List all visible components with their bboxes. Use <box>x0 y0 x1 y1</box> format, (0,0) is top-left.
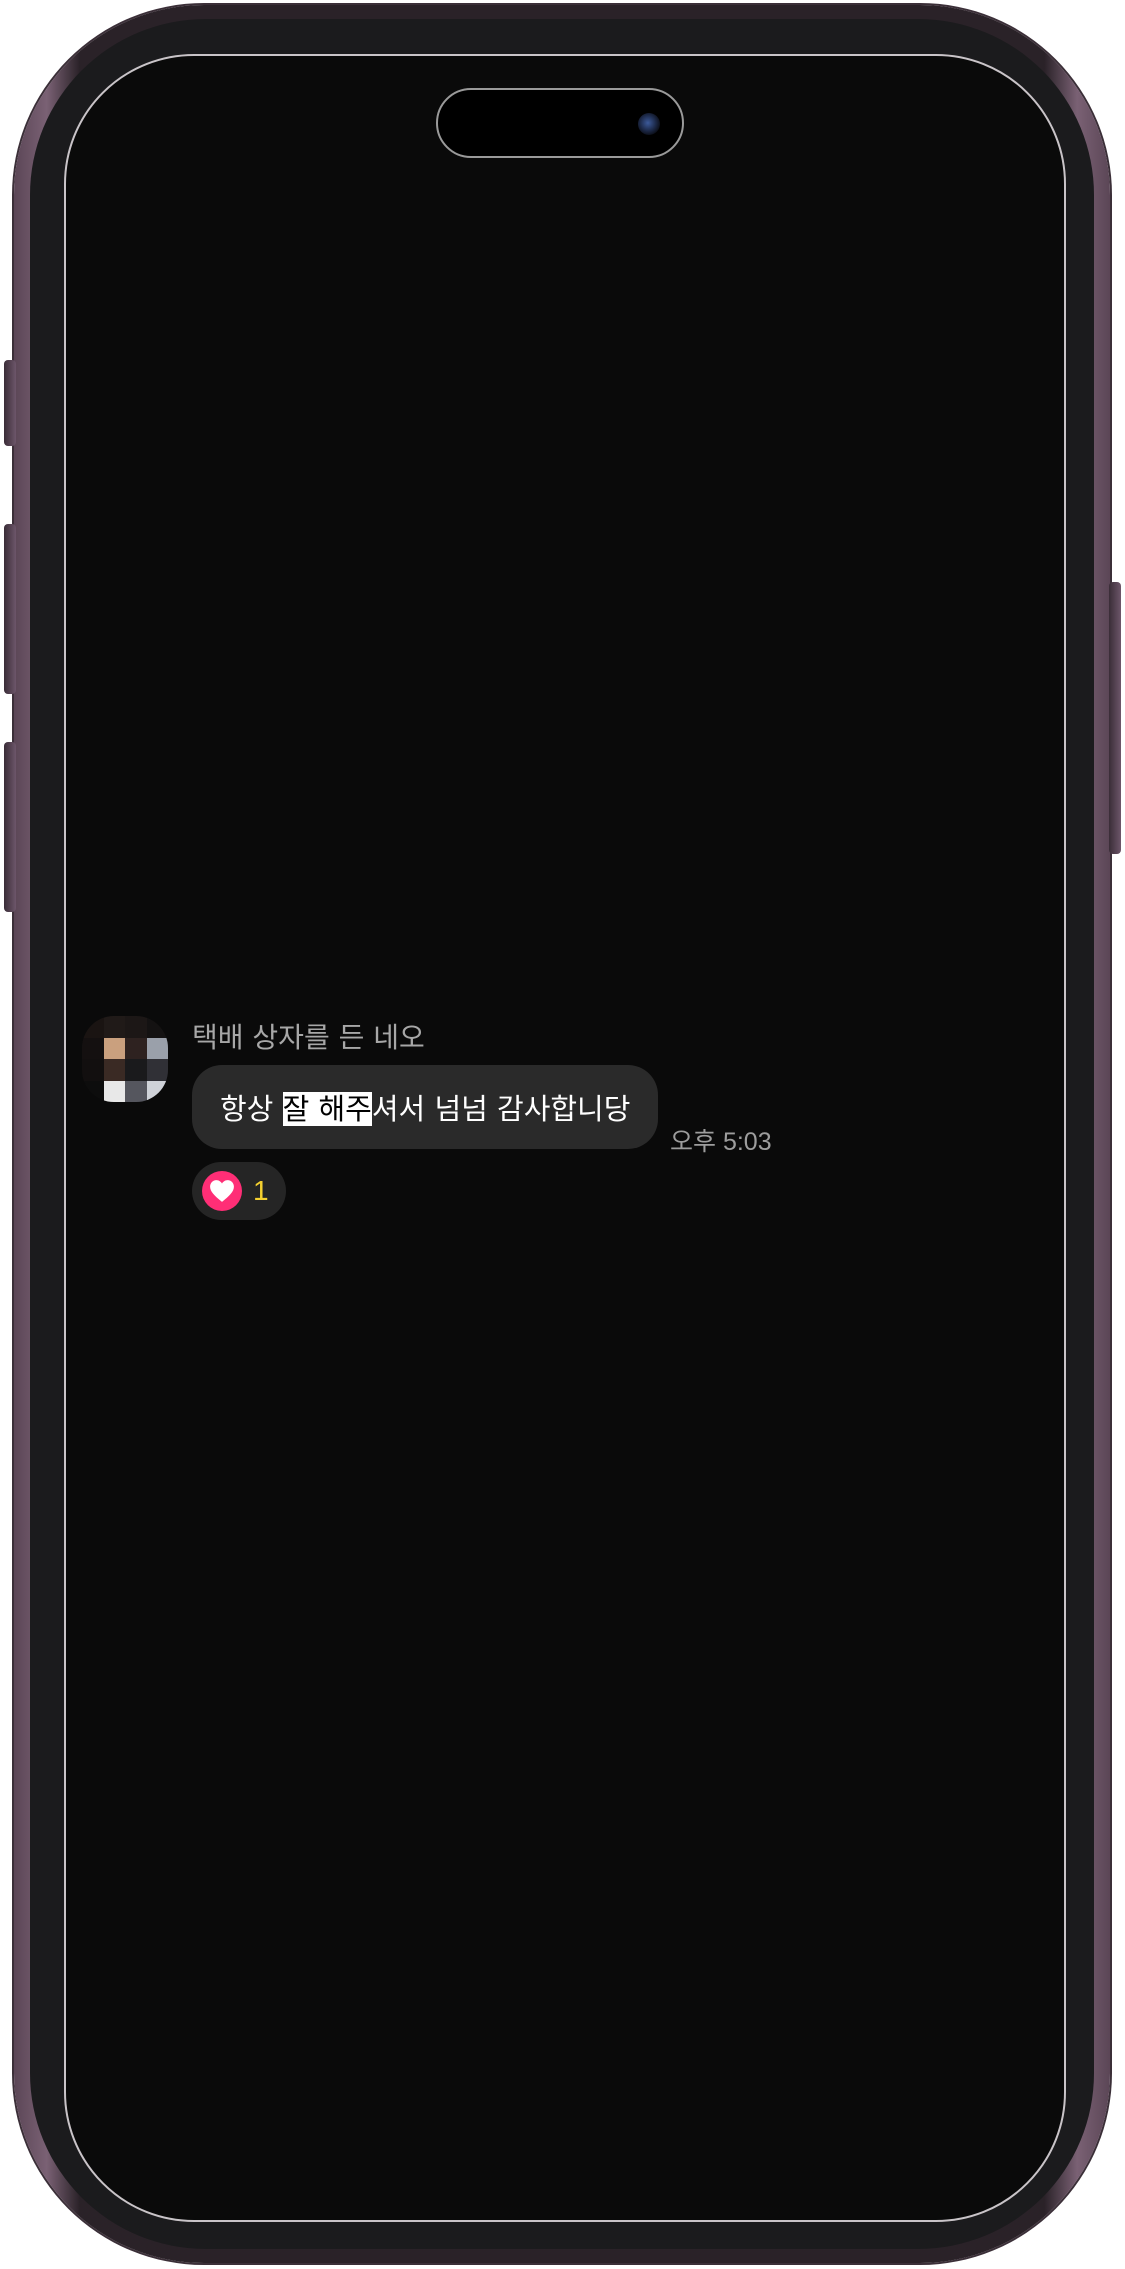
sender-name: 택배 상자를 든 네오 <box>192 1021 425 1054</box>
message-text: 항상 잘 해주셔서 넘넘 감사합니당 <box>220 1086 630 1128</box>
volume-down-button <box>4 742 16 912</box>
chat-screen: 택배 상자를 든 네오 항상 잘 해주셔서 넘넘 감사합니당 오후 5:03 1 <box>64 54 1066 2222</box>
message-timestamp: 오후 5:03 <box>670 1128 772 1156</box>
power-button <box>1109 582 1121 854</box>
message-text-end: 셔서 넘넘 감사합니당 <box>371 1092 631 1126</box>
action-button <box>4 360 16 446</box>
heart-icon <box>202 1171 242 1211</box>
reaction-badge[interactable]: 1 <box>192 1162 286 1220</box>
avatar[interactable] <box>82 1016 168 1102</box>
volume-up-button <box>4 524 16 694</box>
camera-icon <box>638 113 660 135</box>
reaction-count: 1 <box>253 1175 269 1206</box>
selected-text: 잘 해주 <box>282 1092 372 1126</box>
message-bubble[interactable]: 항상 잘 해주셔서 넘넘 감사합니당 <box>192 1065 659 1149</box>
dynamic-island <box>436 88 684 158</box>
message-text-start: 항상 <box>220 1092 283 1126</box>
